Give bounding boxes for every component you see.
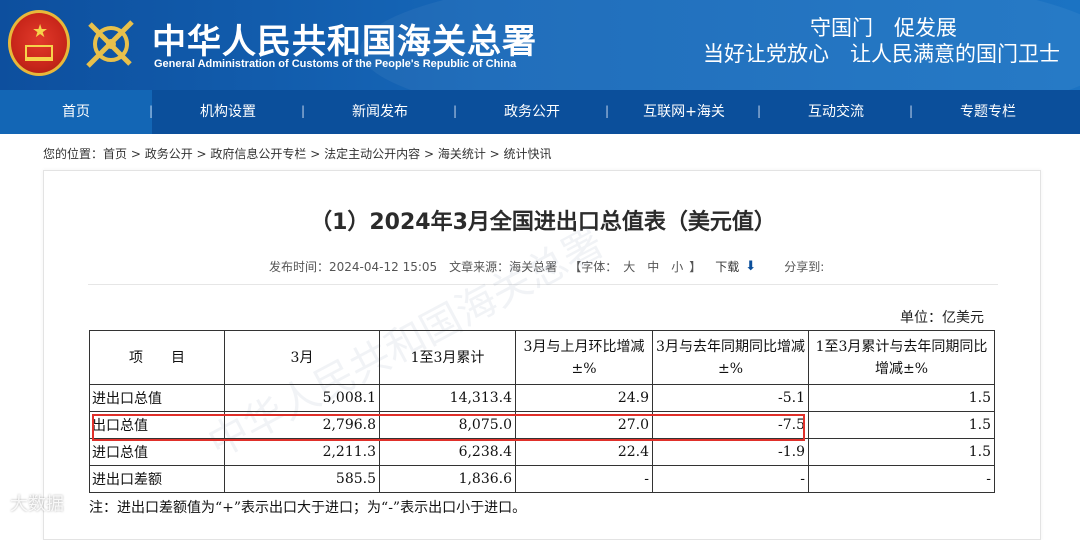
font-size-medium-button[interactable]: 中 bbox=[647, 258, 659, 275]
row-label: 进出口差额 bbox=[89, 465, 225, 493]
header-q1-yoy-change: 1至3月累计与去年同期同比增减±% bbox=[808, 330, 995, 385]
header-item: 项 目 bbox=[89, 330, 225, 385]
table-note: 注：进出口差额值为“+”表示出口大于进口；为“-”表示出口小于进口。 bbox=[89, 500, 527, 516]
header-march: 3月 bbox=[224, 330, 380, 385]
cell-value: 27.0 bbox=[515, 411, 653, 439]
share-label: 分享到: bbox=[784, 260, 825, 274]
cell-value: 22.4 bbox=[515, 438, 653, 466]
nav-item-interaction[interactable]: 互动交流 bbox=[760, 90, 912, 134]
breadcrumb-prefix: 您的位置： bbox=[43, 147, 104, 161]
breadcrumb-link-info-disclosure[interactable]: 政府信息公开专栏 bbox=[210, 147, 306, 161]
cell-value: -7.5 bbox=[652, 411, 809, 439]
site-title: 中华人民共和国海关总署 bbox=[152, 22, 537, 62]
table-row: 进出口总值 5,008.1 14,313.4 24.9 -5.1 1.5 bbox=[89, 384, 995, 412]
cell-value: 1.5 bbox=[808, 411, 995, 439]
font-size-close: 】 bbox=[689, 260, 702, 274]
header-q1-cumulative: 1至3月累计 bbox=[379, 330, 516, 385]
table-header-row: 项 目 3月 1至3月累计 3月与上月环比增减±% 3月与去年同期同比增减±% … bbox=[89, 330, 995, 385]
publish-time: 2024-04-12 15:05 bbox=[329, 259, 438, 274]
cell-value: 14,313.4 bbox=[379, 384, 516, 412]
cell-value: 1.5 bbox=[808, 384, 995, 412]
source-value: 海关总署 bbox=[509, 260, 558, 274]
font-size-large-button[interactable]: 大 bbox=[623, 258, 635, 275]
publish-label: 发布时间： bbox=[269, 260, 330, 274]
nav-item-internet-customs[interactable]: 互联网+海关 bbox=[608, 90, 760, 134]
table-row: 进出口差额 585.5 1,836.6 - - - bbox=[89, 465, 995, 493]
article-meta: 发布时间： 2024-04-12 15:05 文章来源： 海关总署 【字体： 大… bbox=[269, 258, 824, 275]
site-header: ★ 中华人民共和国海关总署 General Administration of … bbox=[0, 0, 1080, 90]
article-panel: （1）2024年3月全国进出口总值表（美元值） 发布时间： 2024-04-12… bbox=[43, 170, 1041, 540]
cell-value: 8,075.0 bbox=[379, 411, 516, 439]
cell-value: 5,008.1 bbox=[224, 384, 380, 412]
cell-value: 585.5 bbox=[224, 465, 380, 493]
row-label: 进口总值 bbox=[89, 438, 225, 466]
site-title-english: General Administration of Customs of the… bbox=[154, 58, 517, 70]
breadcrumb-link-home[interactable]: 首页 bbox=[103, 147, 127, 161]
breadcrumb-link-statistics-flash[interactable]: 统计快讯 bbox=[504, 147, 552, 161]
table-row-highlighted: 出口总值 2,796.8 8,075.0 27.0 -7.5 1.5 bbox=[89, 411, 995, 439]
unit-label: 单位：亿美元 bbox=[900, 310, 984, 326]
national-emblem-logo[interactable]: ★ bbox=[8, 10, 70, 76]
cell-value: 1,836.6 bbox=[379, 465, 516, 493]
source-label: 文章来源： bbox=[449, 260, 510, 274]
download-arrow-icon[interactable]: ⬇ bbox=[745, 259, 756, 274]
cell-value: 1.5 bbox=[808, 438, 995, 466]
nav-item-home[interactable]: 首页 bbox=[0, 90, 152, 134]
tiananmen-icon bbox=[25, 45, 53, 61]
nav-item-government-affairs[interactable]: 政务公开 bbox=[456, 90, 608, 134]
customs-emblem-icon bbox=[86, 20, 134, 68]
breadcrumb: 您的位置：首页 > 政务公开 > 政府信息公开专栏 > 法定主动公开内容 > 海… bbox=[43, 147, 552, 161]
breadcrumb-link-statutory-content[interactable]: 法定主动公开内容 bbox=[324, 147, 420, 161]
download-button[interactable]: 下载 bbox=[715, 258, 739, 275]
cell-value: - bbox=[808, 465, 995, 493]
cell-value: - bbox=[652, 465, 809, 493]
font-size-label: 【字体： bbox=[569, 260, 618, 274]
nav-item-news[interactable]: 新闻发布 bbox=[304, 90, 456, 134]
main-nav: 首页 | 机构设置 | 新闻发布 | 政务公开 | 互联网+海关 | 互动交流 … bbox=[0, 90, 1080, 134]
cell-value: 2,796.8 bbox=[224, 411, 380, 439]
breadcrumb-link-government-affairs[interactable]: 政务公开 bbox=[145, 147, 193, 161]
row-label: 进出口总值 bbox=[89, 384, 225, 412]
breadcrumb-link-customs-statistics[interactable]: 海关统计 bbox=[438, 147, 486, 161]
nav-item-topics[interactable]: 专题专栏 bbox=[912, 90, 1064, 134]
table-row: 进口总值 2,211.3 6,238.4 22.4 -1.9 1.5 bbox=[89, 438, 995, 466]
article-title: （1）2024年3月全国进出口总值表（美元值） bbox=[310, 210, 776, 235]
cell-value: 2,211.3 bbox=[224, 438, 380, 466]
cell-value: - bbox=[515, 465, 653, 493]
header-mom-change: 3月与上月环比增减±% bbox=[515, 330, 653, 385]
corner-watermark: 大数据 bbox=[10, 494, 64, 515]
trade-table: 项 目 3月 1至3月累计 3月与上月环比增减±% 3月与去年同期同比增减±% … bbox=[89, 330, 995, 493]
cell-value: 6,238.4 bbox=[379, 438, 516, 466]
cell-value: -5.1 bbox=[652, 384, 809, 412]
cell-value: -1.9 bbox=[652, 438, 809, 466]
star-icon: ★ bbox=[32, 21, 49, 42]
header-yoy-change: 3月与去年同期同比增减±% bbox=[652, 330, 809, 385]
meta-divider bbox=[88, 284, 998, 285]
row-label: 出口总值 bbox=[89, 411, 225, 439]
slogan-line-2: 当好让党放心 让人民满意的国门卫士 bbox=[703, 42, 1060, 66]
cell-value: 24.9 bbox=[515, 384, 653, 412]
font-size-small-button[interactable]: 小 bbox=[671, 258, 683, 275]
nav-item-organization[interactable]: 机构设置 bbox=[152, 90, 304, 134]
